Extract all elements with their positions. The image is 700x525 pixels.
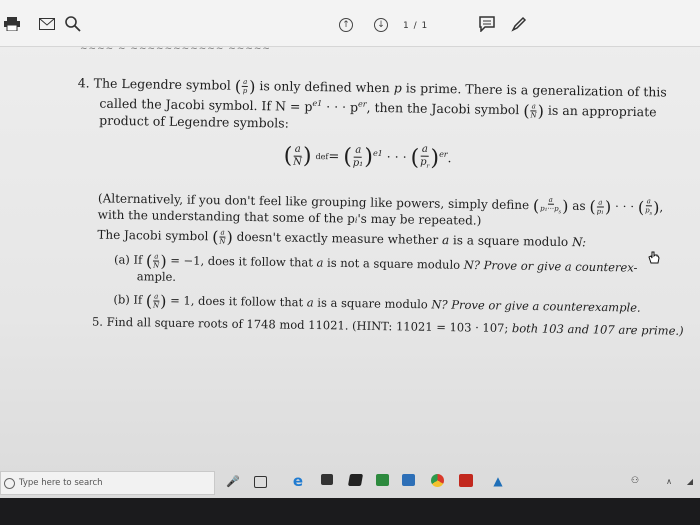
- text: Find all square roots of 1748 mod 11021.…: [106, 314, 509, 336]
- problem-number: 4.: [77, 75, 90, 91]
- search-icon[interactable]: [64, 16, 82, 32]
- text: doesn't exactly measure whether: [236, 229, 439, 247]
- task-view-icon[interactable]: [254, 476, 267, 488]
- microphone-icon[interactable]: 🎤: [226, 474, 240, 488]
- text: is an appropriate: [547, 102, 657, 120]
- pdf-toolbar: ↑ ↓ 1 / 1: [0, 0, 700, 47]
- cut-off-text: ~~~~ ~ ~~~~~~~~~~~ ~~~~~: [80, 44, 271, 54]
- text: as: [572, 198, 586, 213]
- text: The Jacobi symbol: [97, 227, 209, 244]
- text: The Legendre symbol: [93, 75, 231, 93]
- word-icon[interactable]: [402, 474, 415, 486]
- question-b: (b) If (a N) = 1, does it follow that a i…: [113, 291, 641, 315]
- monitor-bezel: [0, 498, 700, 525]
- text: = −1, does it follow that: [170, 253, 314, 270]
- text: a: [316, 255, 324, 270]
- store-icon[interactable]: [321, 474, 333, 485]
- tray-chevron-icon[interactable]: ∧: [662, 474, 676, 488]
- text: is prime. There is a generalization of t…: [405, 80, 667, 100]
- text: is a square modulo: [317, 295, 428, 312]
- people-icon[interactable]: ⚇: [628, 474, 642, 488]
- text: is a square modulo: [452, 233, 569, 250]
- comment-icon[interactable]: [478, 16, 496, 32]
- jacobi-definition-equation: (a N) def= (a p₁)e1 · · · (a pr)er.: [283, 143, 452, 171]
- text: with the understanding that some of the …: [97, 207, 355, 226]
- text: (a) If: [113, 252, 143, 267]
- acrobat-icon[interactable]: [459, 474, 473, 487]
- screen: ↑ ↓ 1 / 1 ~~~~ ~ ~~~~~~~~~~~ ~~~~~ 4. Th…: [0, 0, 700, 525]
- text: a: [441, 233, 450, 248]
- question-a-line-2: ample.: [136, 269, 177, 284]
- hand-cursor-icon: [647, 250, 661, 264]
- chrome-icon[interactable]: [431, 474, 444, 487]
- up-arrow-icon[interactable]: ↑: [339, 18, 353, 32]
- text: a: [306, 295, 314, 310]
- text: , then the Jacobi symbol: [366, 99, 520, 118]
- text: 's may be repeated.): [357, 211, 482, 228]
- edge-browser-icon[interactable]: e: [291, 472, 305, 490]
- text: = 1, does it follow that: [170, 293, 304, 310]
- text: both 103 and 107 are prime.): [511, 321, 684, 338]
- down-arrow-icon[interactable]: ↓: [374, 18, 388, 32]
- print-icon[interactable]: [3, 16, 21, 32]
- jacobi-measure-line: The Jacobi symbol (a N) doesn't exactly m…: [97, 227, 587, 250]
- text: called the Jacobi symbol. If N = p: [99, 95, 313, 114]
- mail-icon[interactable]: [38, 16, 56, 32]
- def-label: def: [315, 152, 329, 162]
- page-indicator: 1 / 1: [403, 21, 429, 31]
- text: p: [393, 80, 402, 96]
- question-a-line-1: (a) If (a N) = −1, does it follow that a …: [113, 251, 638, 275]
- search-placeholder: Type here to search: [19, 478, 103, 488]
- text: is not a square modulo: [326, 255, 461, 272]
- text: (b) If: [113, 292, 143, 307]
- document-page: 4. The Legendre symbol (a p) is only defi…: [60, 70, 684, 338]
- problem-number: 5.: [91, 314, 104, 329]
- cortana-ring-icon: [4, 478, 15, 489]
- text: is only defined when: [259, 78, 390, 96]
- app-arrow-icon[interactable]: ▲: [491, 474, 505, 488]
- problem-4-line-3: product of Legendre symbols:: [99, 112, 289, 131]
- text: · · · p: [326, 99, 359, 115]
- taskbar-search-input[interactable]: Type here to search: [0, 471, 215, 495]
- text: N:: [571, 235, 587, 250]
- network-icon[interactable]: ◢: [683, 474, 697, 488]
- text: N? Prove or give a counterexample.: [431, 297, 641, 315]
- text: N? Prove or give a counterex-: [463, 257, 638, 275]
- pen-icon[interactable]: [510, 16, 528, 32]
- excel-icon[interactable]: [376, 474, 389, 486]
- visual-studio-icon[interactable]: [347, 474, 364, 486]
- problem-5: 5. Find all square roots of 1748 mod 110…: [92, 315, 684, 338]
